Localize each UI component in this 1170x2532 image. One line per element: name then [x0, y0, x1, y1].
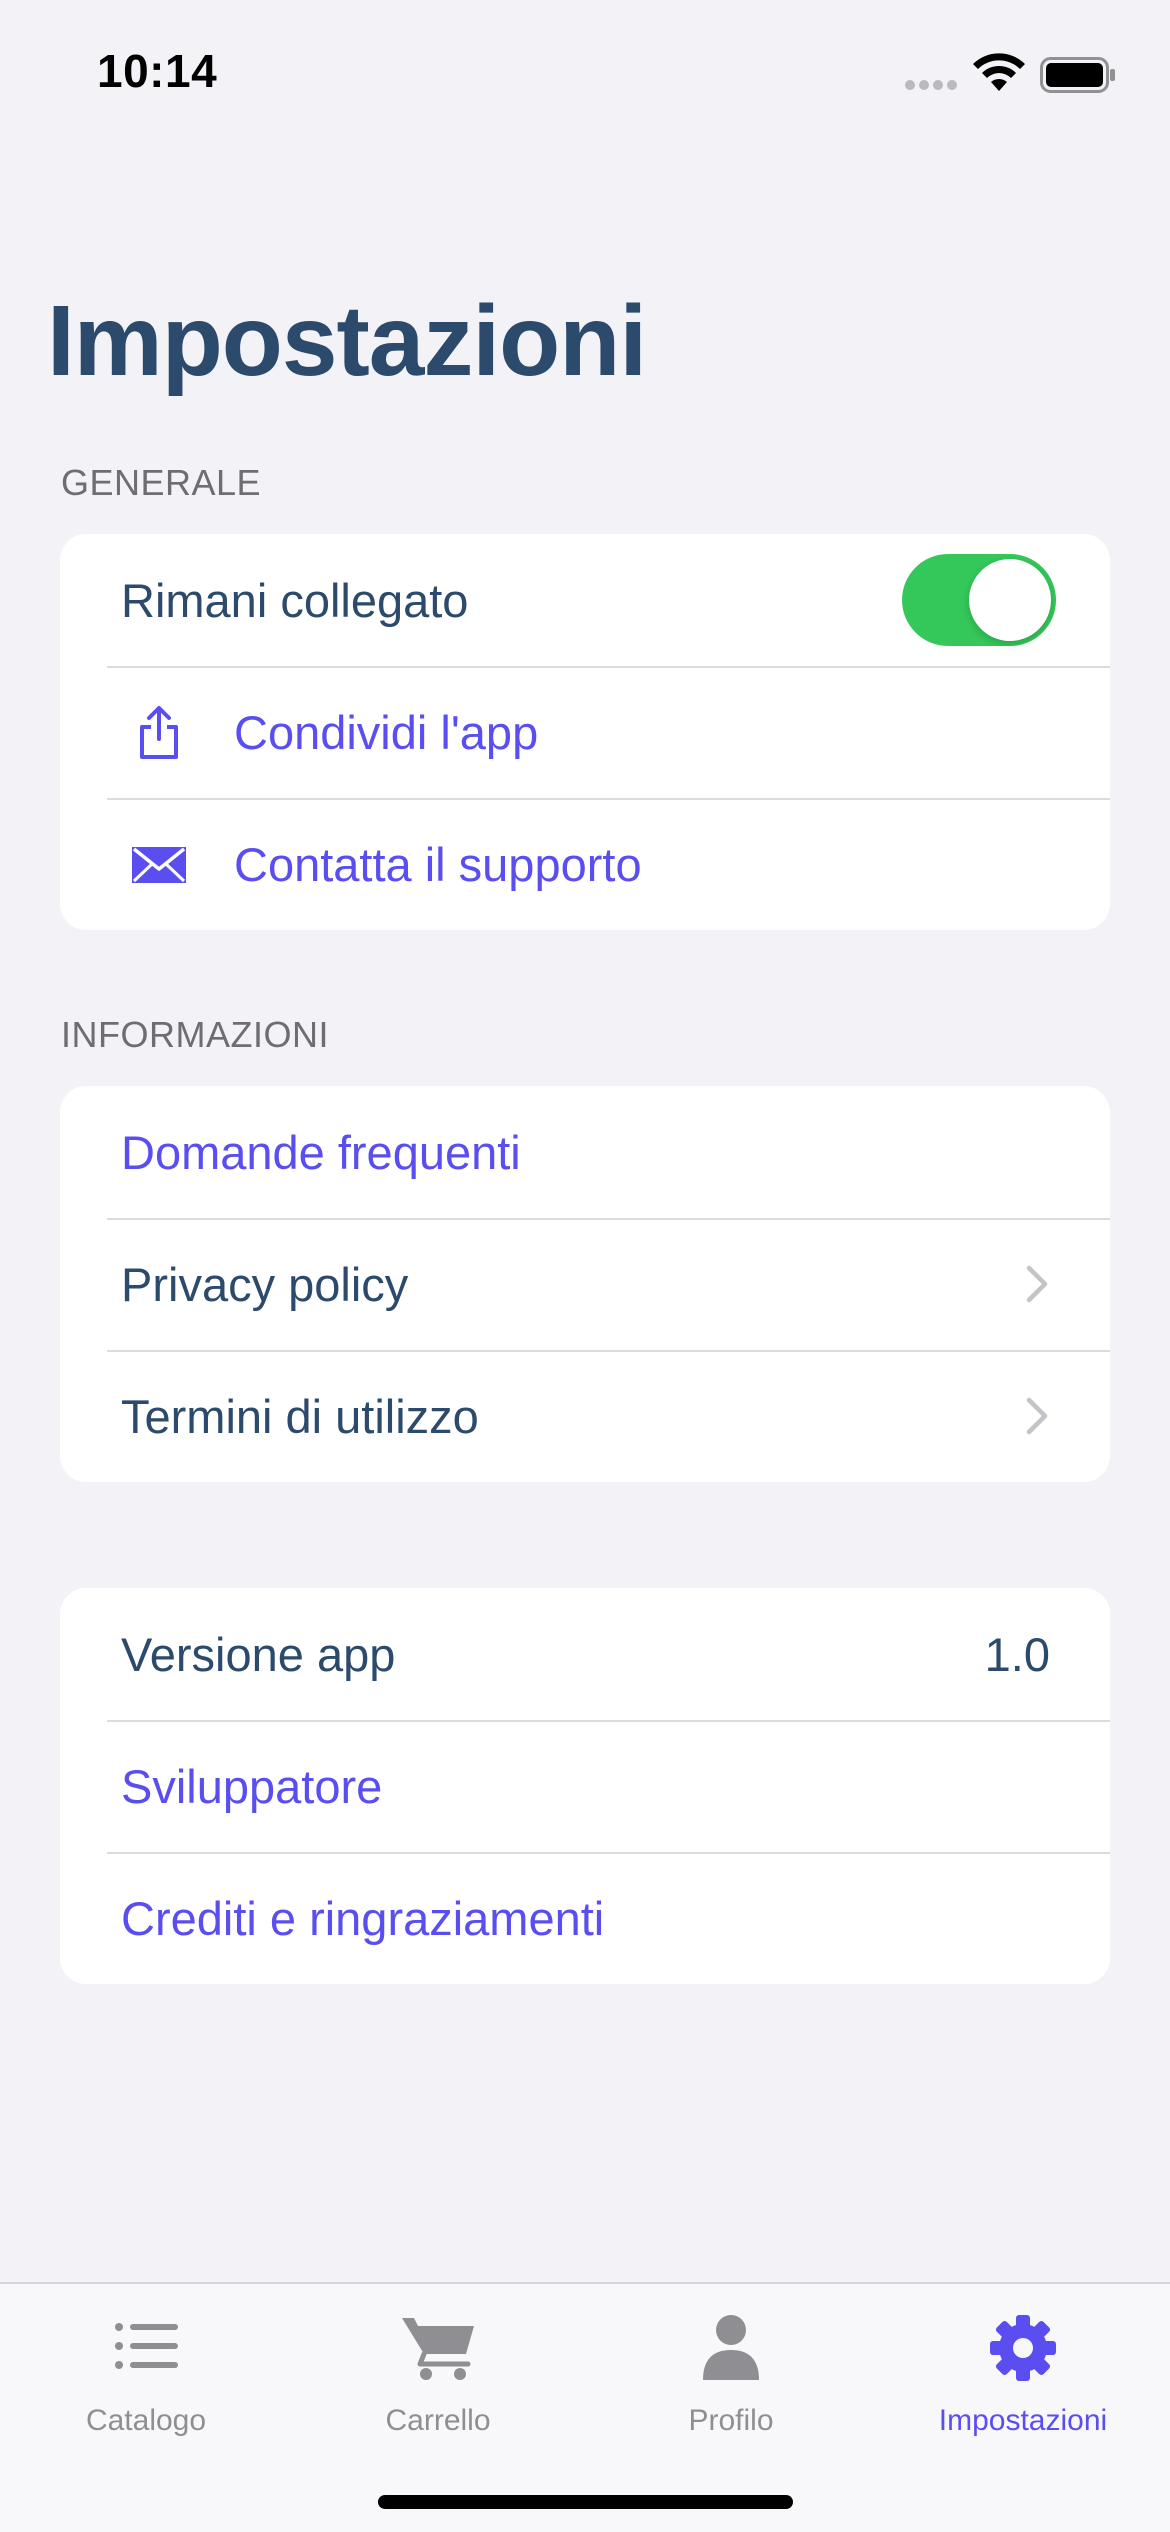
wifi-icon [973, 53, 1025, 91]
faq-label: Domande frequenti [121, 1125, 521, 1179]
row-developer[interactable]: Sviluppatore [60, 1720, 1110, 1852]
page-title: Impostazioni [47, 285, 647, 397]
share-app-label: Condividi l'app [234, 705, 539, 759]
card-informazioni: Domande frequenti Privacy policy Termini… [60, 1086, 1110, 1482]
signal-dots-icon [905, 80, 959, 90]
tab-label-profilo: Profilo [688, 2404, 774, 2437]
tab-label-carrello: Carrello [385, 2404, 491, 2437]
share-icon [140, 706, 178, 759]
row-app-version: Versione app 1.0 [60, 1588, 1110, 1720]
row-contact-support[interactable]: Contatta il supporto [60, 798, 1110, 930]
chevron-right-icon [1026, 1265, 1048, 1303]
row-stay-logged-in: Rimani collegato [60, 534, 1110, 666]
tab-catalogo[interactable]: Catalogo [0, 2284, 292, 2454]
card-generale: Rimani collegato Condividi l'app Contatt… [60, 534, 1110, 930]
person-icon [703, 2315, 759, 2380]
home-indicator[interactable] [378, 2495, 793, 2509]
developer-label: Sviluppatore [121, 1759, 383, 1813]
envelope-icon [132, 847, 186, 883]
list-icon [115, 2323, 178, 2369]
stay-logged-in-toggle[interactable] [902, 554, 1056, 646]
chevron-right-icon [1026, 1397, 1048, 1435]
privacy-policy-label: Privacy policy [121, 1257, 409, 1311]
stay-logged-in-label: Rimani collegato [121, 573, 469, 627]
tab-label-impostazioni: Impostazioni [938, 2404, 1108, 2437]
battery-icon [1040, 57, 1115, 93]
card-about: Versione app 1.0 Sviluppatore Crediti e … [60, 1588, 1110, 1984]
credits-label: Crediti e ringraziamenti [121, 1891, 605, 1945]
settings-screen: 10:14 Impostazioni GENERALE Rimani colle… [0, 0, 1170, 2532]
row-credits[interactable]: Crediti e ringraziamenti [60, 1852, 1110, 1984]
cart-icon [402, 2318, 474, 2380]
row-terms-of-use[interactable]: Termini di utilizzo [60, 1350, 1110, 1482]
section-header-generale: GENERALE [61, 462, 262, 503]
status-bar: 10:14 [0, 0, 1170, 150]
section-header-informazioni: INFORMAZIONI [61, 1014, 329, 1055]
row-share-app[interactable]: Condividi l'app [60, 666, 1110, 798]
contact-support-label: Contatta il supporto [234, 837, 642, 891]
terms-of-use-label: Termini di utilizzo [121, 1389, 479, 1443]
gear-icon [990, 2315, 1056, 2381]
tab-label-catalogo: Catalogo [85, 2404, 207, 2437]
app-version-label: Versione app [121, 1627, 396, 1681]
status-time: 10:14 [97, 45, 218, 97]
tab-impostazioni[interactable]: Impostazioni [877, 2284, 1169, 2454]
tab-profilo[interactable]: Profilo [585, 2284, 877, 2454]
toggle-knob [969, 559, 1051, 641]
tab-carrello[interactable]: Carrello [292, 2284, 584, 2454]
row-faq[interactable]: Domande frequenti [60, 1086, 1110, 1218]
app-version-value: 1.0 [984, 1627, 1050, 1681]
row-privacy-policy[interactable]: Privacy policy [60, 1218, 1110, 1350]
